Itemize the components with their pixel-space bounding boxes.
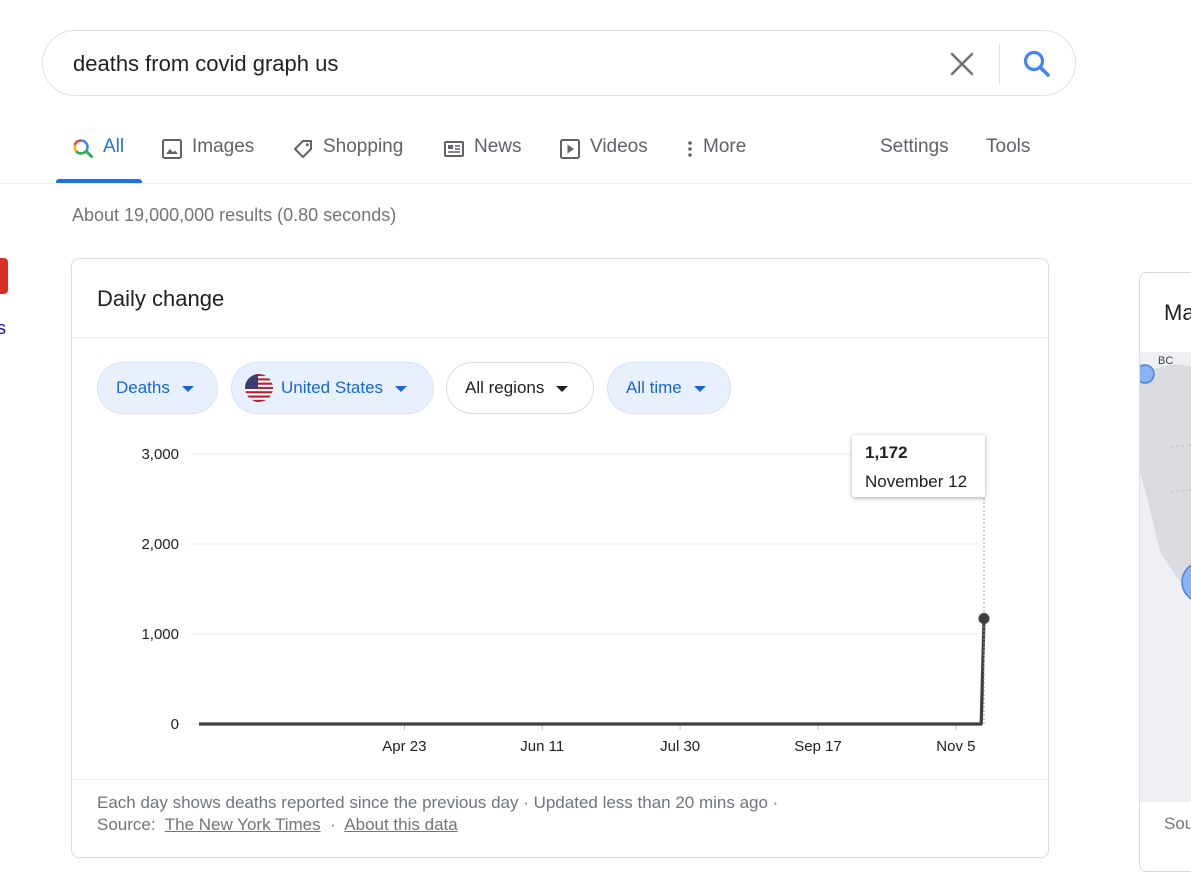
x-tick-label: Nov 5 bbox=[936, 738, 975, 755]
chip-label: All regions bbox=[465, 378, 545, 397]
tab-shopping[interactable]: Shopping bbox=[292, 136, 403, 184]
chart-tooltip: 1,172 November 12 bbox=[852, 435, 985, 497]
us-flag-icon bbox=[245, 374, 273, 402]
source-link[interactable]: The New York Times bbox=[165, 815, 321, 834]
search-icon bbox=[73, 139, 93, 158]
location-chip-united-states[interactable]: United States bbox=[231, 362, 434, 414]
map-graphic[interactable]: BC bbox=[1140, 352, 1191, 802]
caret-down-icon bbox=[395, 386, 408, 392]
image-icon bbox=[162, 139, 182, 159]
card-footer-divider bbox=[72, 779, 1048, 780]
search-button[interactable] bbox=[1017, 47, 1057, 81]
card-title: Daily change bbox=[97, 286, 225, 311]
newspaper-icon bbox=[444, 141, 464, 157]
search-divider bbox=[999, 43, 1000, 85]
close-icon bbox=[950, 52, 974, 76]
y-tick-label: 2,000 bbox=[141, 536, 179, 553]
tab-label: All bbox=[103, 136, 125, 157]
tab-label: Images bbox=[192, 136, 255, 157]
tab-all[interactable]: All bbox=[72, 136, 124, 184]
map-card-footer: Sou bbox=[1164, 814, 1191, 833]
map-card-title: Ma bbox=[1164, 300, 1191, 325]
map-label: BC bbox=[1158, 355, 1173, 367]
tab-tools[interactable]: Tools bbox=[986, 136, 1030, 184]
tab-label: News bbox=[474, 136, 522, 157]
region-chip-all-regions[interactable]: All regions bbox=[446, 362, 594, 414]
caret-down-icon bbox=[556, 386, 569, 392]
play-icon bbox=[560, 139, 580, 159]
chip-label: United States bbox=[281, 378, 384, 397]
about-data-link[interactable]: About this data bbox=[344, 815, 457, 834]
search-icon bbox=[1023, 50, 1050, 77]
tab-label: Videos bbox=[590, 136, 648, 157]
y-tick-label: 3,000 bbox=[141, 446, 179, 463]
tooltip-value: 1,172 bbox=[865, 443, 908, 462]
card-header-divider bbox=[72, 337, 1048, 338]
left-badge bbox=[0, 258, 8, 294]
search-input[interactable]: deaths from covid graph us bbox=[73, 51, 338, 77]
more-vertical-icon bbox=[688, 141, 692, 157]
tag-icon bbox=[294, 140, 312, 158]
x-tick-label: Apr 23 bbox=[382, 738, 426, 755]
chart-footnote: Each day shows deaths reported since the… bbox=[97, 793, 779, 812]
tab-images[interactable]: Images bbox=[161, 136, 254, 184]
map-card: Ma BC Sou bbox=[1139, 272, 1191, 872]
result-stats: About 19,000,000 results (0.80 seconds) bbox=[72, 205, 397, 225]
source-label: Source: bbox=[97, 815, 156, 834]
caret-down-icon bbox=[693, 386, 706, 392]
x-tick-label: Sep 17 bbox=[794, 738, 842, 755]
separator: · bbox=[330, 815, 336, 834]
tab-label: Tools bbox=[986, 136, 1031, 157]
clear-search-button[interactable] bbox=[943, 47, 981, 81]
tab-settings[interactable]: Settings bbox=[880, 136, 949, 184]
time-chip-all-time[interactable]: All time bbox=[607, 362, 731, 414]
tab-label: More bbox=[703, 136, 747, 157]
x-tick-label: Jul 30 bbox=[660, 738, 700, 755]
tab-news[interactable]: News bbox=[443, 136, 522, 184]
metric-chip-deaths[interactable]: Deaths bbox=[97, 362, 218, 414]
covid-deaths-card: Daily change Deaths United States All re… bbox=[71, 258, 1049, 858]
search-box[interactable]: deaths from covid graph us bbox=[42, 30, 1076, 96]
left-fragment-text[interactable]: s bbox=[0, 318, 6, 339]
source-line: Source: The New York Times · About this … bbox=[97, 815, 458, 835]
tab-label: Settings bbox=[880, 136, 949, 157]
caret-down-icon bbox=[181, 386, 194, 392]
y-tick-label: 1,000 bbox=[141, 626, 179, 643]
chip-label: Deaths bbox=[116, 378, 170, 397]
chip-label: All time bbox=[626, 378, 682, 397]
tab-label: Shopping bbox=[323, 136, 404, 157]
y-tick-label: 0 bbox=[171, 716, 179, 733]
hover-point bbox=[978, 613, 990, 625]
tooltip-date: November 12 bbox=[865, 472, 968, 491]
tabs-divider bbox=[0, 183, 1191, 184]
x-tick-label: Jun 11 bbox=[520, 738, 564, 755]
tab-more[interactable]: More bbox=[686, 136, 746, 184]
tab-videos[interactable]: Videos bbox=[559, 136, 648, 184]
